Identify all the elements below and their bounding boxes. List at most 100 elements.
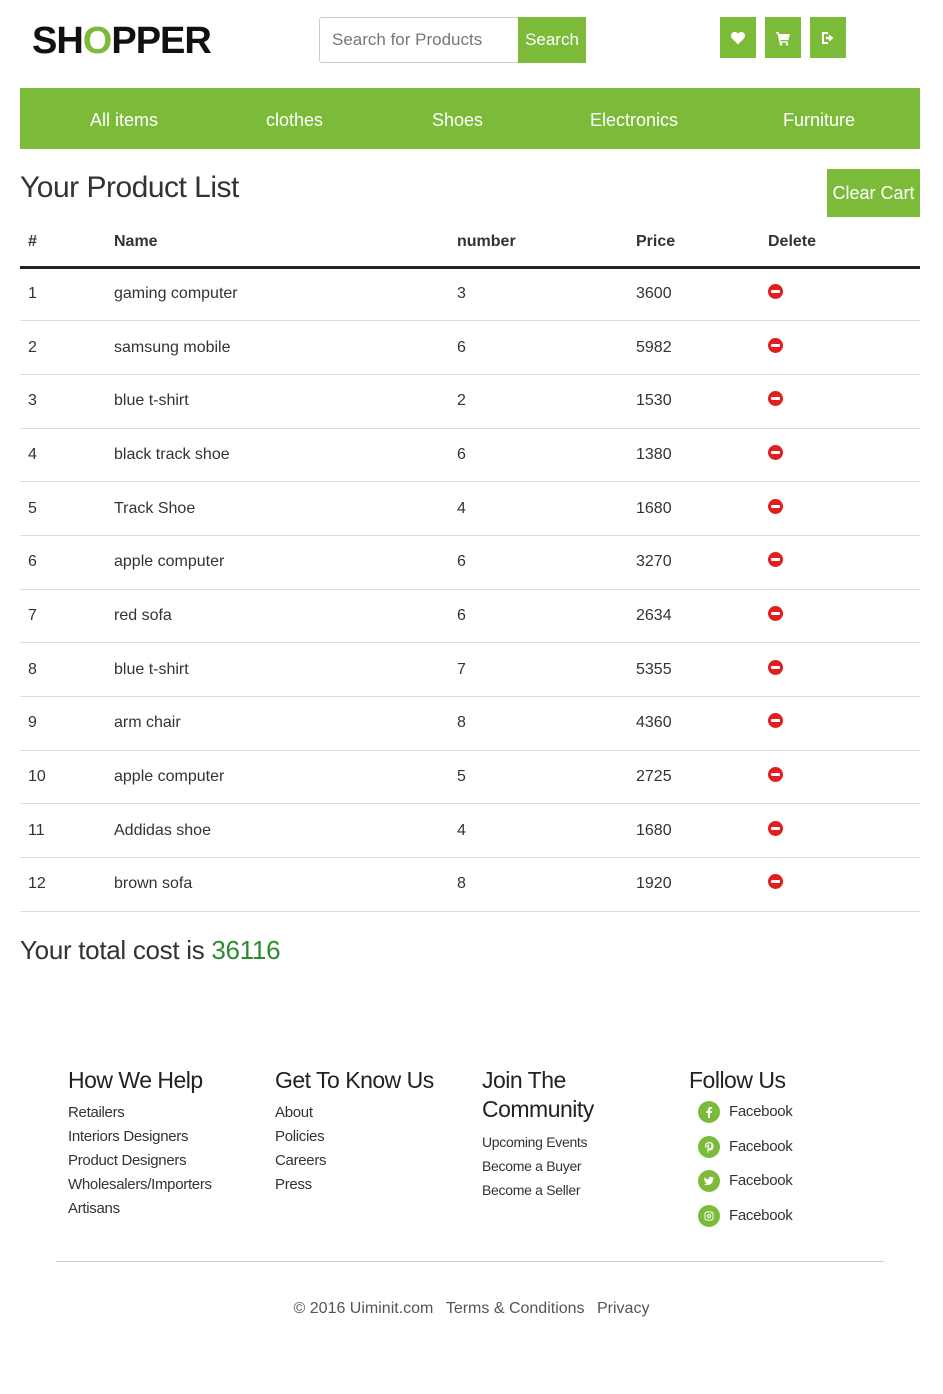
- row-index: 1: [20, 267, 114, 322]
- footer-link-upcoming-events[interactable]: Upcoming Events: [482, 1130, 594, 1154]
- footer-bottom-bar: © 2016 Uiminit.com Terms & Conditions Pr…: [0, 1297, 943, 1321]
- row-number: 8: [457, 857, 636, 912]
- clear-cart-button[interactable]: Clear Cart: [827, 169, 920, 217]
- row-number: 8: [457, 696, 636, 751]
- row-name: gaming computer: [114, 267, 457, 322]
- row-number: 6: [457, 535, 636, 590]
- column-header-index: #: [20, 219, 114, 269]
- footer-link-retailers[interactable]: Retailers: [68, 1101, 212, 1125]
- delete-icon[interactable]: [768, 874, 783, 890]
- delete-icon[interactable]: [768, 713, 783, 729]
- row-name: apple computer: [114, 750, 457, 805]
- search-input[interactable]: [319, 17, 518, 63]
- table-row: 10 apple computer 5 2725: [20, 750, 920, 805]
- row-name: black track shoe: [114, 428, 457, 483]
- social-link-pinterest[interactable]: Facebook: [689, 1130, 793, 1165]
- column-header-price: Price: [636, 219, 768, 269]
- row-index: 5: [20, 481, 114, 536]
- cart-table: # Name number Price Delete 1 gaming comp…: [20, 219, 920, 912]
- table-row: 3 blue t-shirt 2 1530: [20, 374, 920, 429]
- social-link-instagram[interactable]: Facebook: [689, 1199, 793, 1234]
- search-button[interactable]: Search: [518, 17, 586, 63]
- footer-divider: [56, 1261, 884, 1262]
- terms-link[interactable]: Terms & Conditions: [446, 1300, 585, 1317]
- wishlist-button[interactable]: [720, 17, 756, 58]
- row-number: 5: [457, 750, 636, 805]
- social-link-label: Facebook: [729, 1103, 793, 1120]
- delete-icon[interactable]: [768, 767, 783, 783]
- privacy-link[interactable]: Privacy: [597, 1300, 649, 1317]
- row-number: 2: [457, 374, 636, 429]
- delete-icon[interactable]: [768, 498, 783, 514]
- table-header-row: # Name number Price Delete: [20, 219, 920, 269]
- row-index: 9: [20, 696, 114, 751]
- footer-link-become-buyer[interactable]: Become a Buyer: [482, 1154, 594, 1178]
- delete-icon[interactable]: [768, 337, 783, 353]
- row-name: Addidas shoe: [114, 803, 457, 859]
- page-title: Your Product List: [20, 171, 239, 204]
- logo-suffix: PPER: [111, 20, 211, 62]
- delete-icon[interactable]: [768, 284, 783, 300]
- row-name: apple computer: [114, 535, 457, 590]
- footer-get-to-know-us: Get To Know Us About Policies Careers Pr…: [275, 1066, 434, 1197]
- twitter-icon: [698, 1170, 720, 1193]
- row-index: 6: [20, 535, 114, 590]
- logo[interactable]: SHOPPER: [32, 19, 212, 63]
- total-label: Your total cost is: [20, 935, 205, 965]
- row-price: 1380: [636, 428, 768, 483]
- delete-icon[interactable]: [768, 444, 783, 460]
- row-price: 5982: [636, 320, 768, 375]
- footer-heading: How We Help: [68, 1067, 203, 1093]
- table-row: 5 Track Shoe 4 1680: [20, 481, 920, 536]
- row-number: 6: [457, 320, 636, 375]
- table-row: 7 red sofa 6 2634: [20, 589, 920, 644]
- nav-item-electronics[interactable]: Electronics: [590, 88, 678, 149]
- row-name: Track Shoe: [114, 481, 457, 536]
- nav-item-furniture[interactable]: Furniture: [783, 88, 855, 149]
- social-link-facebook[interactable]: Facebook: [689, 1095, 793, 1130]
- row-price: 5355: [636, 642, 768, 697]
- nav-item-shoes[interactable]: Shoes: [432, 88, 483, 149]
- footer-link-wholesalers[interactable]: Wholesalers/Importers: [68, 1173, 212, 1197]
- footer-community: Join The Community Upcoming Events Become…: [482, 1066, 594, 1202]
- footer-how-we-help: How We Help Retailers Interiors Designer…: [68, 1066, 212, 1221]
- row-index: 2: [20, 320, 114, 375]
- row-number: 4: [457, 481, 636, 536]
- column-header-number: number: [457, 219, 636, 269]
- table-row: 1 gaming computer 3 3600: [20, 267, 920, 322]
- category-navbar: All items clothes Shoes Electronics Furn…: [20, 88, 920, 149]
- delete-icon[interactable]: [768, 552, 783, 568]
- footer-link-product-designers[interactable]: Product Designers: [68, 1149, 212, 1173]
- total-cost: Your total cost is 36116: [20, 930, 281, 970]
- delete-icon[interactable]: [768, 391, 783, 407]
- social-link-label: Facebook: [729, 1137, 793, 1155]
- footer-link-artisans[interactable]: Artisans: [68, 1197, 212, 1221]
- delete-icon[interactable]: [768, 659, 783, 675]
- instagram-icon: [698, 1204, 720, 1227]
- total-value: 36116: [211, 935, 281, 965]
- delete-icon[interactable]: [768, 820, 783, 836]
- cart-icon: [776, 31, 790, 45]
- nav-item-all-items[interactable]: All items: [90, 88, 158, 149]
- nav-item-clothes[interactable]: clothes: [266, 88, 323, 149]
- table-row: 6 apple computer 6 3270: [20, 535, 920, 590]
- column-header-delete: Delete: [768, 219, 920, 269]
- row-number: 3: [457, 267, 636, 322]
- row-price: 3270: [636, 535, 768, 590]
- footer-link-about[interactable]: About: [275, 1101, 434, 1125]
- footer-heading: Join The Community: [482, 1066, 594, 1124]
- footer-heading-line1: Join The: [482, 1067, 566, 1093]
- footer-link-policies[interactable]: Policies: [275, 1125, 434, 1149]
- footer-link-press[interactable]: Press: [275, 1173, 434, 1197]
- row-index: 3: [20, 374, 114, 429]
- row-price: 1920: [636, 857, 768, 912]
- cart-button[interactable]: [765, 17, 801, 58]
- footer-link-careers[interactable]: Careers: [275, 1149, 434, 1173]
- footer-link-become-seller[interactable]: Become a Seller: [482, 1178, 594, 1202]
- footer-link-interiors-designers[interactable]: Interiors Designers: [68, 1125, 212, 1149]
- delete-icon[interactable]: [768, 605, 783, 621]
- row-number: 7: [457, 642, 636, 697]
- social-link-twitter[interactable]: Facebook: [689, 1164, 793, 1199]
- row-price: 2725: [636, 750, 768, 805]
- logout-button[interactable]: [810, 17, 846, 58]
